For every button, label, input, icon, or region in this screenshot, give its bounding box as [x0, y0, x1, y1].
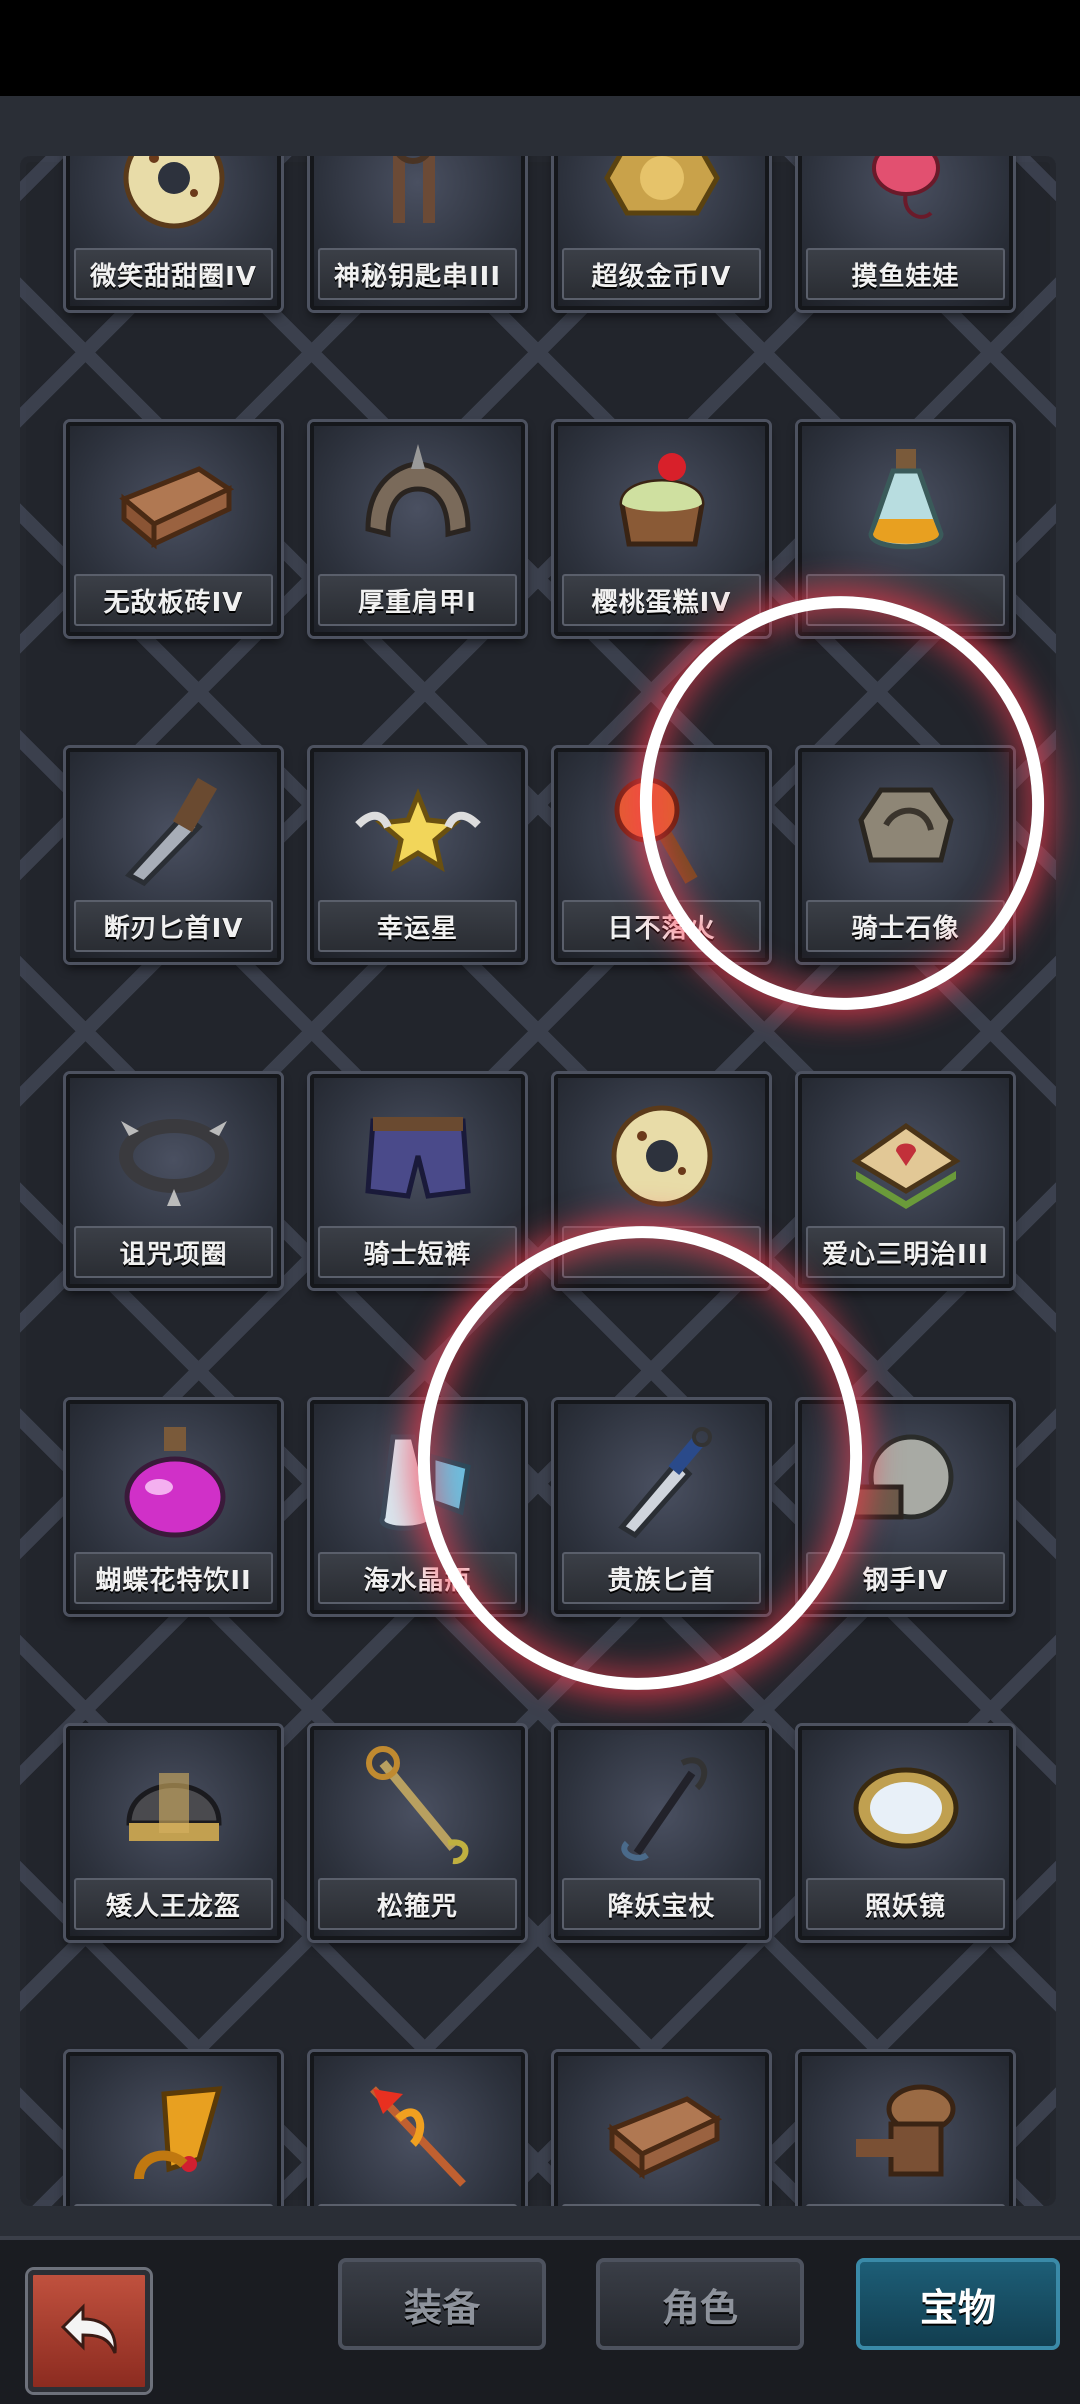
treasure-item[interactable]: 超级金币IV	[554, 156, 769, 310]
item-name-label	[562, 1226, 761, 1278]
crystal-bottle-icon	[353, 1417, 483, 1547]
cherry-cake-icon	[597, 439, 727, 569]
item-name-label: 摸鱼娃娃	[806, 248, 1005, 300]
status-bar	[0, 0, 1080, 96]
treasure-item[interactable]: 火尖枪	[310, 2052, 525, 2206]
treasure-item[interactable]: 蝴蝶花特饮II	[66, 1400, 281, 1614]
treasure-item[interactable]: 神秘钥匙串III	[310, 156, 525, 310]
treasure-item[interactable]: 无敌板砖V	[554, 2052, 769, 2206]
spiked-collar-icon	[109, 1091, 239, 1221]
treasure-item[interactable]: 骑士石像	[798, 748, 1013, 962]
potion-bottle-icon	[841, 439, 971, 569]
treasure-item[interactable]: 冲天辫	[66, 2052, 281, 2206]
gold-coin-icon	[597, 156, 727, 243]
shoulder-armor-icon	[353, 439, 483, 569]
treasure-item[interactable]: 矮人王龙盔	[66, 1726, 281, 1940]
treasure-item[interactable]: 日不落火	[554, 748, 769, 962]
item-name-label: 骑士石像	[806, 900, 1005, 952]
ponytail-icon	[109, 2069, 239, 2199]
item-name-label: 钢手IV	[806, 1552, 1005, 1604]
item-name-label: 厚重肩甲I	[318, 574, 517, 626]
item-name-label: 矮人王龙盔	[74, 1878, 273, 1930]
brick-icon	[109, 439, 239, 569]
torch-icon	[597, 765, 727, 895]
treasure-item[interactable]: 训练木偶V	[798, 2052, 1013, 2206]
treasure-item[interactable]: 钢手IV	[798, 1400, 1013, 1614]
donut-icon	[109, 156, 239, 243]
item-name-label: 微笑甜甜圈IV	[74, 248, 273, 300]
item-name-label: 贵族匕首	[562, 1552, 761, 1604]
item-name-label: 降妖宝杖	[562, 1878, 761, 1930]
item-name-label: 幸运星	[318, 900, 517, 952]
treasure-grid: 微笑甜甜圈IV 神秘钥匙串III 超级金币IV 摸鱼娃娃无敌板砖IV 厚重肩甲I 樱桃蛋糕…	[66, 156, 1056, 2206]
item-name-label	[806, 574, 1005, 626]
treasure-item[interactable]: 海水晶瓶	[310, 1400, 525, 1614]
brick-icon	[597, 2069, 727, 2199]
item-name-label: 无敌板砖V	[562, 2204, 761, 2206]
treasure-item[interactable]: 摸鱼娃娃	[798, 156, 1013, 310]
broken-dagger-icon	[109, 765, 239, 895]
treasure-item[interactable]: 幸运星	[310, 748, 525, 962]
shorts-icon	[353, 1091, 483, 1221]
item-name-label: 冲天辫	[74, 2204, 273, 2206]
treasure-item[interactable]: 贵族匕首	[554, 1400, 769, 1614]
item-name-label: 爱心三明治III	[806, 1226, 1005, 1278]
item-name-label: 照妖镜	[806, 1878, 1005, 1930]
fish-doll-icon	[841, 156, 971, 243]
back-button[interactable]	[28, 2270, 150, 2392]
treasure-item[interactable]: 厚重肩甲I	[310, 422, 525, 636]
item-name-label: 骑士短裤	[318, 1226, 517, 1278]
item-name-label: 神秘钥匙串III	[318, 248, 517, 300]
demon-staff-icon	[597, 1743, 727, 1873]
steel-gauntlet-icon	[841, 1417, 971, 1547]
keys-icon	[353, 156, 483, 243]
treasure-item[interactable]: 松箍咒	[310, 1726, 525, 1940]
game-screen: 微笑甜甜圈IV 神秘钥匙串III 超级金币IV 摸鱼娃娃无敌板砖IV 厚重肩甲I 樱桃蛋糕…	[0, 96, 1080, 2404]
helmet-icon	[109, 1743, 239, 1873]
item-name-label: 诅咒项圈	[74, 1226, 273, 1278]
item-name-label: 断刃匕首IV	[74, 900, 273, 952]
lucky-star-icon	[353, 765, 483, 895]
sandwich-icon	[841, 1091, 971, 1221]
item-name-label: 海水晶瓶	[318, 1552, 517, 1604]
staff-icon	[353, 1743, 483, 1873]
tab-equipment[interactable]: 装备	[338, 2258, 546, 2350]
treasure-item[interactable]: 照妖镜	[798, 1726, 1013, 1940]
tab-treasure[interactable]: 宝物	[856, 2258, 1060, 2350]
fire-spear-icon	[353, 2069, 483, 2199]
item-name-label: 松箍咒	[318, 1878, 517, 1930]
inventory-panel: 微笑甜甜圈IV 神秘钥匙串III 超级金币IV 摸鱼娃娃无敌板砖IV 厚重肩甲I 樱桃蛋糕…	[20, 156, 1056, 2206]
treasure-item[interactable]: 降妖宝杖	[554, 1726, 769, 1940]
treasure-item[interactable]	[798, 422, 1013, 636]
tab-character[interactable]: 角色	[596, 2258, 804, 2350]
back-arrow-icon	[60, 2303, 117, 2354]
mirror-icon	[841, 1743, 971, 1873]
item-name-label: 超级金币IV	[562, 248, 761, 300]
wooden-dummy-icon	[841, 2069, 971, 2199]
treasure-item[interactable]	[554, 1074, 769, 1288]
noble-dagger-icon	[597, 1417, 727, 1547]
item-name-label: 火尖枪	[318, 2204, 517, 2206]
treasure-item[interactable]: 断刃匕首IV	[66, 748, 281, 962]
bottom-tab-bar: 装备 角色 宝物	[0, 2236, 1080, 2404]
treasure-item[interactable]: 樱桃蛋糕IV	[554, 422, 769, 636]
item-name-label: 日不落火	[562, 900, 761, 952]
item-name-label: 训练木偶V	[806, 2204, 1005, 2206]
knight-statue-icon	[841, 765, 971, 895]
treasure-item[interactable]: 微笑甜甜圈IV	[66, 156, 281, 310]
item-name-label: 蝴蝶花特饮II	[74, 1552, 273, 1604]
treasure-item[interactable]: 爱心三明治III	[798, 1074, 1013, 1288]
treasure-item[interactable]: 诅咒项圈	[66, 1074, 281, 1288]
item-name-label: 樱桃蛋糕IV	[562, 574, 761, 626]
purple-potion-icon	[109, 1417, 239, 1547]
donut-icon	[597, 1091, 727, 1221]
treasure-item[interactable]: 无敌板砖IV	[66, 422, 281, 636]
item-name-label: 无敌板砖IV	[74, 574, 273, 626]
treasure-item[interactable]: 骑士短裤	[310, 1074, 525, 1288]
